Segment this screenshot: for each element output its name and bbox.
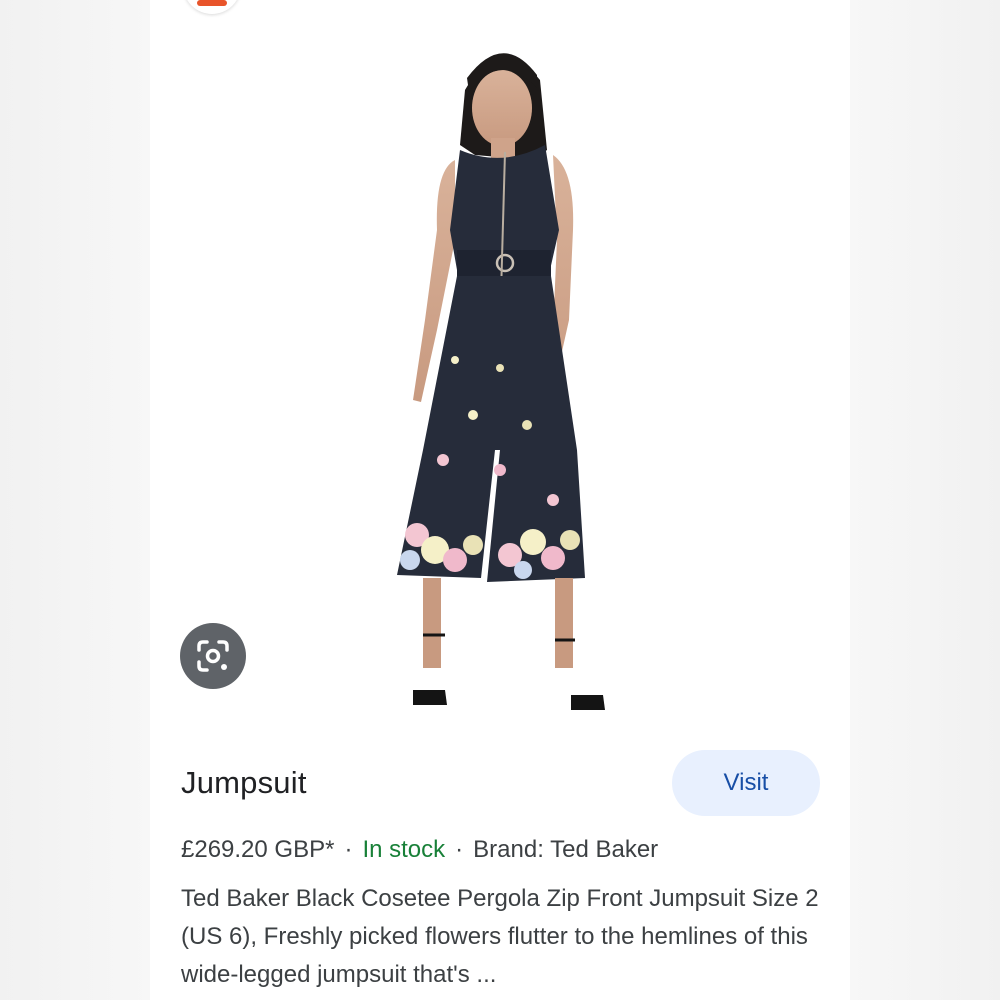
product-meta: £269.20 GBP* · In stock · Brand: Ted Baker [181, 836, 658, 864]
product-description: Ted Baker Black Cosetee Pergola Zip Fron… [181, 885, 819, 988]
product-image[interactable] [155, 30, 845, 720]
app-icon-accent [197, 0, 227, 6]
price: £269.20 GBP* [181, 836, 335, 863]
right-leg [555, 578, 573, 668]
page: Jumpsuit Visit £269.20 GBP* · In stock · Bra… [0, 0, 1000, 1000]
separator-dot: · [344, 836, 353, 863]
face [472, 70, 532, 146]
right-heel [571, 695, 605, 710]
separator-dot: · [455, 836, 464, 863]
google-lens-button[interactable] [180, 623, 246, 689]
visit-button[interactable]: Visit [672, 750, 820, 816]
left-heel [413, 690, 447, 705]
brand: Brand: Ted Baker [473, 836, 659, 863]
stock-status: In stock [362, 836, 446, 863]
product-title[interactable]: Jumpsuit [181, 765, 307, 801]
google-lens-icon [197, 640, 229, 672]
left-leg [423, 578, 441, 668]
product-photo-svg [397, 53, 605, 710]
